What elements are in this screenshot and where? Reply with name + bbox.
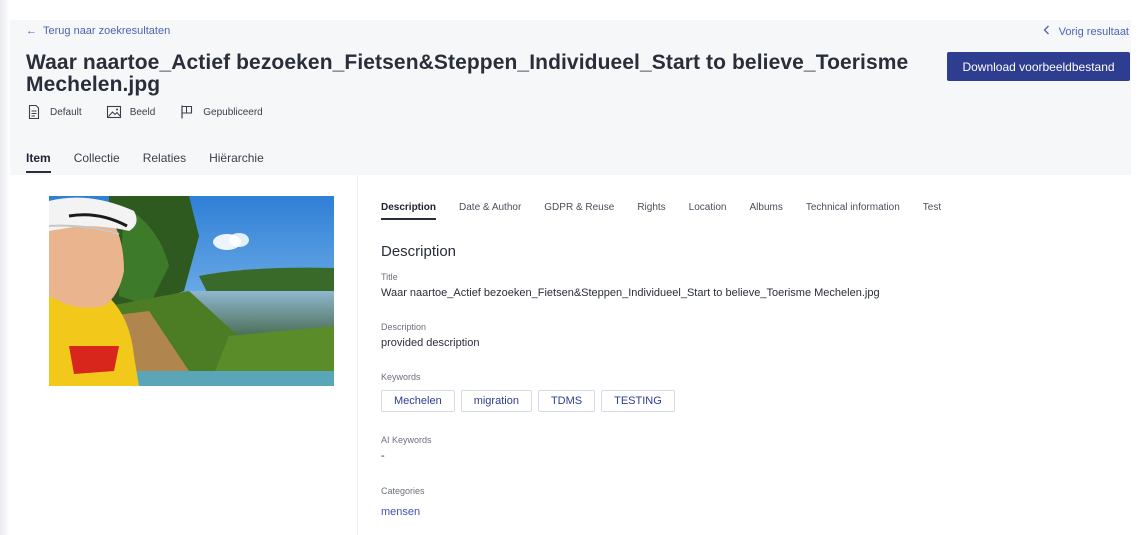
tab-collectie[interactable]: Collectie [74, 151, 120, 173]
subtab-location[interactable]: Location [689, 202, 727, 220]
keyword-chip[interactable]: TESTING [601, 390, 675, 412]
meta-status: Gepubliceerd [179, 104, 263, 120]
ai-keywords-field-label: AI Keywords [381, 435, 432, 445]
document-icon [26, 104, 42, 120]
arrow-left-icon: ← [26, 25, 37, 37]
description-field-label: Description [381, 322, 427, 332]
meta-media-label: Beeld [129, 106, 156, 118]
main-tabs: Item Collectie Relaties Hiërarchie [26, 151, 287, 173]
left-shadow [0, 0, 10, 535]
section-title: Description [381, 243, 457, 260]
description-field-value: provided description [381, 337, 480, 349]
meta-type-label: Default [50, 106, 82, 118]
column-divider [357, 175, 358, 535]
meta-status-label: Gepubliceerd [203, 106, 263, 118]
subtab-rights[interactable]: Rights [637, 202, 665, 220]
previous-result-link[interactable]: Vorig resultaat [1043, 25, 1129, 38]
keyword-chips: Mechelen migration TDMS TESTING [381, 390, 675, 412]
subtab-description[interactable]: Description [381, 202, 437, 220]
meta-media: Beeld [106, 104, 156, 120]
detail-subtabs: Description Date & Author GDPR & Reuse R… [381, 202, 964, 220]
asset-preview-image[interactable] [49, 196, 334, 386]
app-frame: ← Terug naar zoekresultaten Vorig result… [0, 0, 1139, 535]
tab-relaties[interactable]: Relaties [143, 151, 186, 173]
category-link[interactable]: mensen [381, 506, 420, 518]
subtab-gdpr-reuse[interactable]: GDPR & Reuse [544, 202, 614, 220]
subtab-albums[interactable]: Albums [749, 202, 782, 220]
subtab-test[interactable]: Test [923, 202, 941, 220]
back-to-results-link[interactable]: ← Terug naar zoekresultaten [26, 25, 170, 37]
image-icon [106, 104, 122, 120]
item-meta-row: Default Beeld Gepubliceerd [26, 104, 287, 120]
keywords-field-label: Keywords [381, 372, 421, 382]
flag-icon [179, 104, 195, 120]
title-field-value: Waar naartoe_Actief bezoeken_Fietsen&Ste… [381, 287, 880, 299]
keyword-chip[interactable]: migration [460, 390, 532, 412]
back-link-label: Terug naar zoekresultaten [43, 25, 171, 37]
tab-hierarchie[interactable]: Hiërarchie [209, 151, 264, 173]
page-title: Waar naartoe_Actief bezoeken_Fietsen&Ste… [26, 51, 909, 96]
subtab-technical-information[interactable]: Technical information [806, 202, 900, 220]
tab-item[interactable]: Item [26, 151, 51, 173]
subtab-date-author[interactable]: Date & Author [459, 202, 521, 220]
categories-field-label: Categories [381, 486, 425, 496]
chevron-left-icon [1043, 25, 1050, 38]
previous-result-label: Vorig resultaat [1058, 25, 1129, 38]
keyword-chip[interactable]: Mechelen [381, 390, 455, 412]
ai-keywords-field-value: - [381, 450, 385, 462]
keyword-chip[interactable]: TDMS [537, 390, 596, 412]
meta-type: Default [26, 104, 82, 120]
title-field-label: Title [381, 272, 398, 282]
download-preview-button[interactable]: Download voorbeeldbestand [947, 52, 1130, 81]
